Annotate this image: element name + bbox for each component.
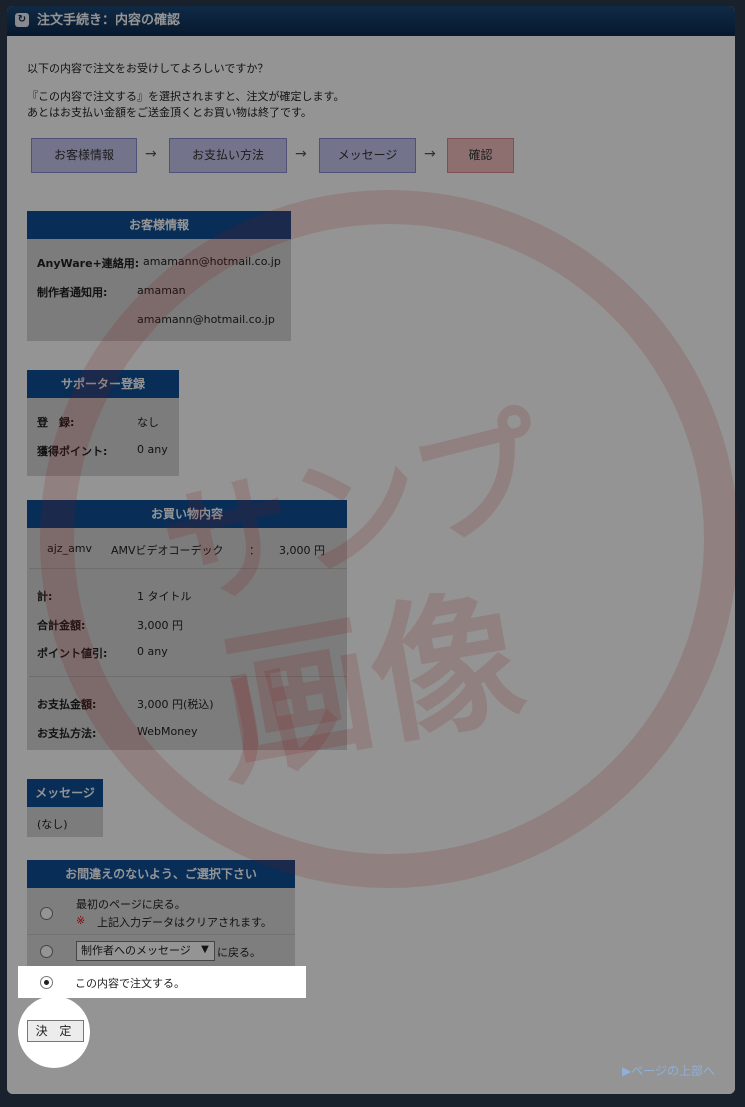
registration-label: 登 録: <box>37 416 75 429</box>
anyware-email: amamann@hotmail.co.jp <box>143 255 281 268</box>
option-restart-label: 最初のページに戻る。 <box>76 898 186 911</box>
earned-points-label: 獲得ポイント: <box>37 445 108 458</box>
total-label: 計: <box>37 590 53 603</box>
creator-email: amamann@hotmail.co.jp <box>137 313 275 326</box>
page-title: 注文手続き：内容の確認 <box>37 13 181 28</box>
total-value: 1 タイトル <box>137 590 192 603</box>
step-arrow-icon: → <box>145 146 157 162</box>
back-target-selected: 制作者へのメッセージ <box>81 944 191 957</box>
item-colon: ： <box>249 544 260 557</box>
payment-method-label: お支払方法: <box>37 727 97 740</box>
selection-heading: お間違えのないよう、ご選択下さい <box>27 860 295 888</box>
site-logo-icon: ↻ <box>15 13 29 27</box>
radio-confirm[interactable] <box>40 976 53 989</box>
radio-restart[interactable] <box>40 907 53 920</box>
point-discount-label: ポイント値引: <box>37 647 108 660</box>
intro-note-1: 『この内容で注文する』を選択されますと、注文が確定します。 <box>27 90 345 103</box>
creator-label: 制作者通知用: <box>37 286 108 299</box>
option-back-suffix: に戻る。 <box>217 946 261 959</box>
registration-value: なし <box>137 416 159 429</box>
content: 以下の内容で注文をお受けしてよろしいですか？ 『この内容で注文する』を選択されま… <box>7 36 735 1094</box>
option-back-to-message[interactable]: 制作者へのメッセージ ▼ に戻る。 <box>27 935 295 968</box>
supporter-panel: 登 録: なし 獲得ポイント: 0 any <box>27 398 179 476</box>
step-confirm: 確認 <box>447 138 514 173</box>
step-payment-method: お支払い方法 <box>169 138 287 173</box>
customer-info-panel: AnyWare+連絡用: amamann@hotmail.co.jp 制作者通知… <box>27 239 291 341</box>
item-name: AMVビデオコーデック <box>111 544 224 557</box>
payment-method-value: WebMoney <box>137 725 198 738</box>
radio-back-to-message[interactable] <box>40 945 53 958</box>
message-panel: (なし) <box>27 807 103 837</box>
triangle-right-icon: ▶ <box>622 1064 632 1078</box>
option-restart-note: 上記入力データはクリアされます。 <box>97 916 272 929</box>
sum-label: 合計金額: <box>37 619 86 632</box>
page-top-link-label: ページの上部へ <box>631 1064 715 1078</box>
intro-note-2: あとはお支払い金額をご送金頂くとお買い物は終了です。 <box>27 106 312 119</box>
supporter-heading: サポーター登録 <box>27 370 179 398</box>
option-confirm[interactable]: この内容で注文する。 <box>18 966 306 998</box>
item-price: 3,000 円 <box>279 544 325 557</box>
page-frame: ↻ 注文手続き：内容の確認 以下の内容で注文をお受けしてよろしいですか？ 『この… <box>7 6 735 1094</box>
payment-amount-value: 3,000 円(税込) <box>137 698 214 711</box>
step-customer-info: お客様情報 <box>31 138 137 173</box>
divider <box>29 568 347 569</box>
message-heading: メッセージ <box>27 779 103 807</box>
sum-value: 3,000 円 <box>137 619 183 632</box>
anyware-label: AnyWare+連絡用: <box>37 257 140 270</box>
page-top-link[interactable]: ▶ページの上部へ <box>622 1062 715 1079</box>
intro-question: 以下の内容で注文をお受けしてよろしいですか？ <box>27 62 269 75</box>
point-discount-value: 0 any <box>137 645 168 658</box>
step-arrow-icon: → <box>295 146 307 162</box>
divider <box>29 676 347 677</box>
submit-button[interactable]: 決 定 <box>27 1020 84 1042</box>
message-value: (なし) <box>37 818 68 831</box>
customer-info-heading: お客様情報 <box>27 211 291 239</box>
earned-points-value: 0 any <box>137 443 168 456</box>
title-bar: ↻ 注文手続き：内容の確認 <box>7 6 735 36</box>
warning-mark-icon: ※ <box>76 914 86 927</box>
step-message: メッセージ <box>319 138 416 173</box>
purchase-panel: ajz_amv AMVビデオコーデック ： 3,000 円 計: 1 タイトル … <box>27 528 347 750</box>
creator-name: amaman <box>137 284 186 297</box>
back-target-select[interactable]: 制作者へのメッセージ ▼ <box>76 941 215 961</box>
item-code: ajz_amv <box>47 542 93 555</box>
chevron-down-icon: ▼ <box>201 944 209 955</box>
purchase-heading: お買い物内容 <box>27 500 347 528</box>
option-confirm-label: この内容で注文する。 <box>75 977 185 990</box>
step-arrow-icon: → <box>424 146 436 162</box>
payment-amount-label: お支払金額: <box>37 698 97 711</box>
option-restart[interactable]: 最初のページに戻る。 ※ 上記入力データはクリアされます。 <box>27 888 295 935</box>
